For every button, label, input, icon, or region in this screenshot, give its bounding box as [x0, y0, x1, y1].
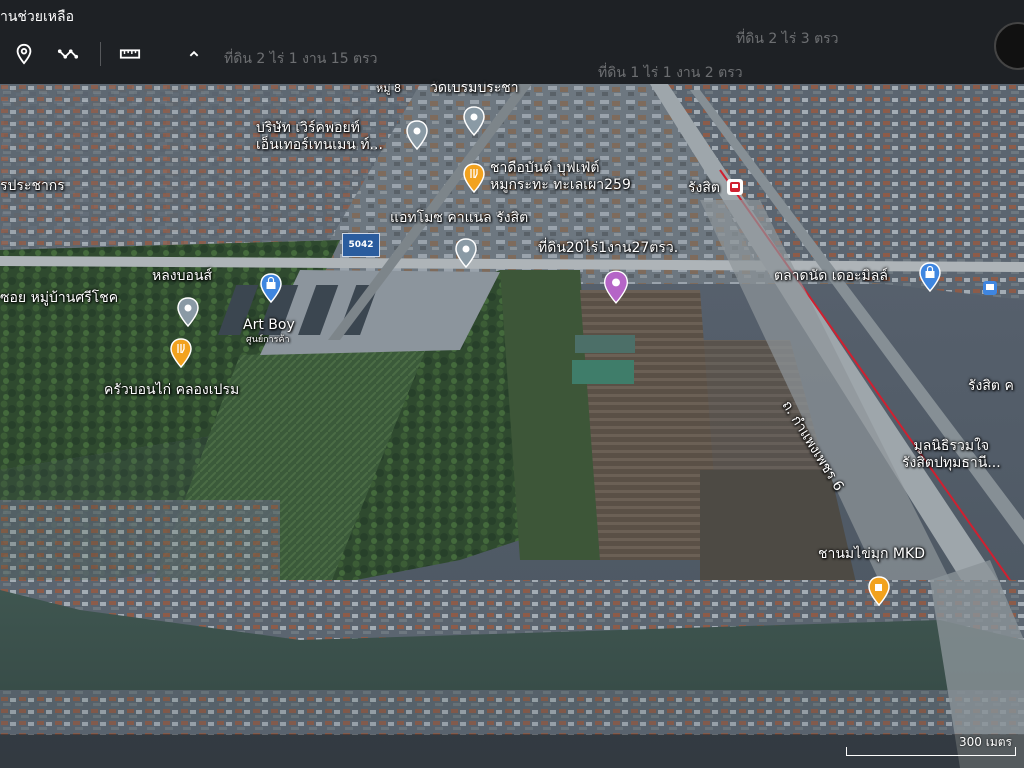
label-land-20rai[interactable]: ที่ดิน20ไร่1งาน27ตรว.	[538, 240, 678, 257]
label-art-boy-sub: ศูนย์การค้า	[246, 335, 290, 345]
ghost-land-label: ที่ดิน 2 ไร่ 3 ตรว	[736, 31, 839, 47]
account-button[interactable]	[994, 22, 1024, 70]
collapse-tool[interactable]	[180, 40, 208, 68]
gray-place-pin-icon[interactable]	[455, 238, 477, 268]
location-pin-tool[interactable]	[10, 40, 38, 68]
ruler-icon	[119, 49, 141, 59]
shopping-pin-icon[interactable]	[919, 262, 941, 292]
restaurant-pin-icon[interactable]	[463, 163, 485, 193]
label-soi-muban[interactable]: ซอย หมู่บ้านศรีโชค	[0, 290, 118, 307]
toolbar-separator	[100, 42, 101, 66]
ghost-land-label: ที่ดิน 1 ไร่ 1 งาน 2 ตรว	[598, 65, 743, 81]
path-tool[interactable]	[54, 40, 82, 68]
gray-place-pin-icon[interactable]	[177, 297, 199, 327]
train-station-icon[interactable]	[726, 178, 744, 196]
label-rangsit-station[interactable]: รังสิต	[688, 180, 720, 197]
path-icon	[57, 49, 79, 59]
shopping-pin-icon[interactable]	[260, 273, 282, 303]
measure-toolbar: านช่วยเหลือ ที่ดิน 2 ไร่ 1 งาน 15 ตรว ที…	[0, 0, 1024, 84]
ruler-tool[interactable]	[116, 40, 144, 68]
ghost-land-label: ที่ดิน 2 ไร่ 1 งาน 15 ตรว	[224, 51, 378, 67]
map-pin-icon	[16, 43, 32, 65]
label-antmoz[interactable]: แอทโมซ คาแนล รังสิต	[390, 210, 528, 227]
label-rangsit-right[interactable]: รังสิต ค	[968, 378, 1014, 395]
label-buffet[interactable]: ชาดือบันต์ บุฟเฟ่ต์ หมูกระทะ ทะเลเผา259	[490, 160, 631, 194]
label-rangsit-prachakorn[interactable]: รประชากร	[0, 178, 65, 195]
scale-bar[interactable]: 300 เมตร	[846, 735, 1018, 760]
gray-place-pin-icon[interactable]	[463, 106, 485, 136]
road-number-badge: 5042	[342, 233, 380, 257]
gray-place-pin-icon[interactable]	[406, 120, 428, 150]
bus-stop-icon[interactable]	[982, 280, 998, 296]
label-art-boy[interactable]: Art Boy	[243, 317, 295, 334]
restaurant-pin-icon[interactable]	[170, 338, 192, 368]
label-talad-nat[interactable]: ตลาดนัด เดอะมิลล์	[774, 268, 888, 285]
label-foundation[interactable]: มูลนิธิรวมใจ รังสิตปทุมธานี...	[902, 438, 1001, 472]
help-text[interactable]: านช่วยเหลือ	[0, 6, 74, 28]
label-chanom[interactable]: ชานมไข่มุก MKD	[818, 546, 925, 563]
label-krua-bon[interactable]: ครัวบอนไก่ คลองเปรม	[104, 382, 239, 399]
chevron-up-icon	[189, 50, 199, 57]
selected-land-pin-icon[interactable]	[603, 270, 629, 304]
label-long-bons[interactable]: หลงบอนส์	[152, 268, 212, 285]
label-workpoint[interactable]: บริษัท เวิร์คพอยท์ เอ็นเทอร์เทนเมน ท์...	[256, 120, 383, 154]
cafe-pin-icon[interactable]	[868, 576, 890, 606]
scale-text: 300 เมตร	[959, 735, 1012, 749]
